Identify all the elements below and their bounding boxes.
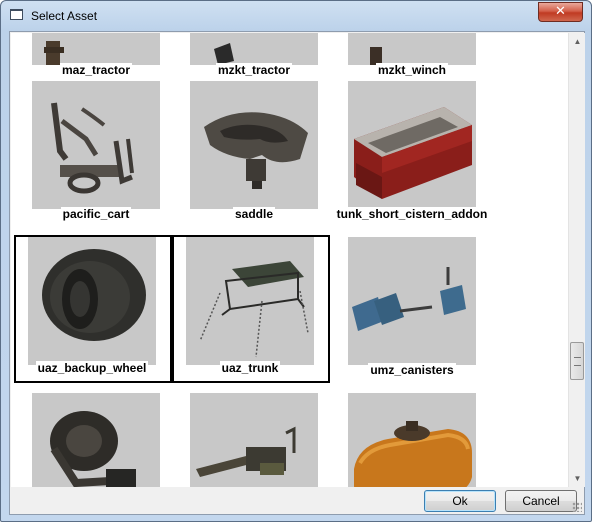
title-bar[interactable]: Select Asset ✕ [1, 1, 591, 31]
crane-thumbnail [190, 393, 318, 487]
asset-item[interactable]: umz_canisters [333, 237, 491, 385]
mzkt-winch-thumbnail [348, 33, 476, 65]
window-icon [10, 9, 23, 20]
uaz-backup-wheel-thumbnail [28, 237, 156, 365]
saddle-thumbnail [190, 81, 318, 209]
cancel-button[interactable]: Cancel [505, 490, 577, 512]
asset-label: tunk_short_cistern_addon [334, 207, 490, 221]
ok-button[interactable]: Ok [424, 490, 496, 512]
mzkt-tractor-thumbnail [190, 33, 318, 65]
resize-grip-icon[interactable] [572, 502, 582, 512]
asset-item-selected[interactable]: uaz_trunk [172, 235, 330, 383]
scroll-down-arrow-icon[interactable]: ▼ [569, 470, 586, 487]
close-button[interactable]: ✕ [538, 2, 583, 22]
tank-thumbnail [348, 393, 476, 487]
asset-item[interactable]: tunk_short_cistern_addon [333, 81, 491, 229]
select-asset-dialog: Select Asset ✕ maz_tractor mzkt_tractor [0, 0, 592, 522]
asset-item[interactable]: maz_tractor [17, 33, 175, 85]
asset-item[interactable]: mzkt_tractor [175, 33, 333, 85]
window-title: Select Asset [31, 9, 98, 23]
asset-label: mzkt_winch [375, 63, 448, 77]
asset-item[interactable] [175, 393, 333, 487]
maz-tractor-thumbnail [32, 33, 160, 65]
tunk-short-cistern-addon-thumbnail [348, 81, 476, 209]
asset-grid[interactable]: maz_tractor mzkt_tractor mzkt_winch paci… [11, 33, 568, 487]
asset-label: umz_canisters [368, 363, 456, 377]
dialog-body: maz_tractor mzkt_tractor mzkt_winch paci… [9, 31, 585, 515]
scroll-up-arrow-icon[interactable]: ▲ [569, 33, 586, 50]
uaz-trunk-thumbnail [186, 237, 314, 365]
umz-canisters-thumbnail [348, 237, 476, 365]
asset-item[interactable] [17, 393, 175, 487]
asset-item[interactable] [333, 393, 491, 487]
tracked-wheel-thumbnail [32, 393, 160, 487]
pacific-cart-thumbnail [32, 81, 160, 209]
scroll-thumb[interactable] [570, 342, 584, 380]
vertical-scrollbar[interactable]: ▲ ▼ [568, 33, 585, 487]
asset-item[interactable]: mzkt_winch [333, 33, 491, 85]
